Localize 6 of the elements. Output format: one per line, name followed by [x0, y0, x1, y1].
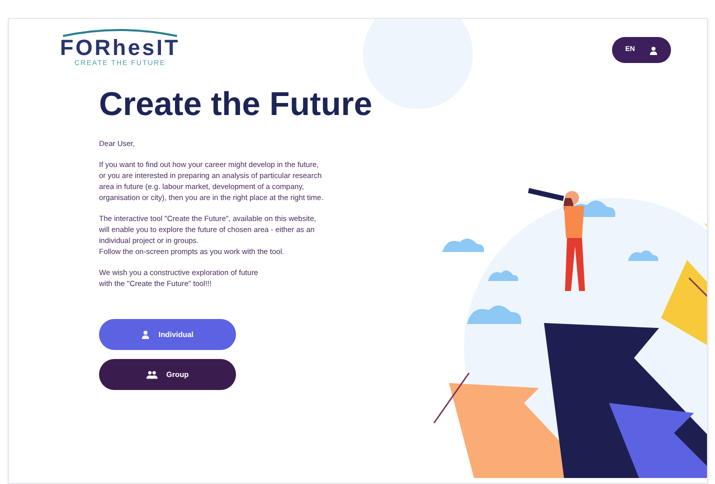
user-icon	[141, 330, 150, 339]
arc-icon	[61, 27, 179, 37]
logo-text: FORhesIT	[60, 37, 180, 59]
page-title: Create the Future	[99, 84, 374, 124]
user-icon	[649, 46, 658, 54]
group-icon	[146, 370, 158, 379]
